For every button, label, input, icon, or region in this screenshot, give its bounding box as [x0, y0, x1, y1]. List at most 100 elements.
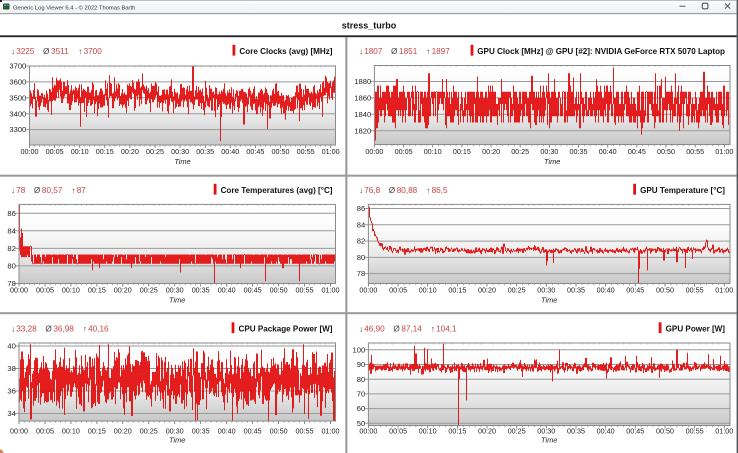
svg-text:33,28: 33,28	[16, 325, 37, 334]
svg-text:00:35: 00:35	[567, 426, 585, 435]
svg-text:80: 80	[7, 262, 15, 271]
svg-text:00:25: 00:25	[146, 147, 164, 156]
svg-text:00:20: 00:20	[482, 147, 500, 156]
svg-text:00:30: 00:30	[537, 426, 555, 435]
svg-text:00:45: 00:45	[244, 286, 262, 295]
svg-text:00:00: 00:00	[365, 147, 383, 156]
svg-text:01:00: 01:00	[322, 426, 340, 435]
svg-text:86: 86	[357, 204, 365, 213]
svg-text:00:45: 00:45	[626, 426, 644, 435]
svg-text:78: 78	[357, 269, 365, 278]
svg-text:3600: 3600	[9, 78, 26, 87]
svg-text:80: 80	[357, 375, 365, 384]
svg-text:GPU Temperature [°C]: GPU Temperature [°C]	[640, 186, 725, 195]
svg-text:00:40: 00:40	[597, 286, 615, 295]
svg-text:1820: 1820	[354, 126, 371, 135]
svg-text:84: 84	[7, 226, 15, 235]
svg-text:00:25: 00:25	[508, 426, 526, 435]
svg-text:Time: Time	[174, 157, 190, 166]
svg-text:00:55: 00:55	[297, 147, 315, 156]
svg-text:00:35: 00:35	[196, 147, 214, 156]
svg-text:Ø: Ø	[34, 186, 41, 195]
svg-text:00:10: 00:10	[71, 147, 89, 156]
svg-text:00:15: 00:15	[88, 426, 106, 435]
svg-text:01:00: 01:00	[322, 286, 340, 295]
svg-text:↓: ↓	[359, 186, 363, 195]
svg-text:stress_turbo: stress_turbo	[342, 20, 397, 30]
svg-text:1807: 1807	[364, 47, 383, 56]
svg-text:01:00: 01:00	[715, 426, 733, 435]
svg-text:00:20: 00:20	[478, 426, 496, 435]
svg-text:70: 70	[357, 390, 365, 399]
svg-text:00:30: 00:30	[171, 147, 189, 156]
svg-text:Core Temperatures (avg) [°C]: Core Temperatures (avg) [°C]	[221, 186, 333, 195]
svg-text:00:55: 00:55	[296, 286, 314, 295]
svg-text:↓: ↓	[11, 325, 15, 334]
svg-text:00:30: 00:30	[166, 286, 184, 295]
svg-text:Time: Time	[169, 436, 185, 445]
svg-text:00:40: 00:40	[599, 147, 617, 156]
svg-text:87: 87	[77, 186, 87, 195]
svg-text:↑: ↑	[426, 47, 430, 56]
svg-text:1860: 1860	[354, 94, 371, 103]
svg-text:00:35: 00:35	[192, 426, 210, 435]
svg-text:40,16: 40,16	[88, 325, 109, 334]
svg-text:3700: 3700	[84, 47, 103, 56]
svg-text:36: 36	[7, 387, 15, 396]
svg-text:00:10: 00:10	[419, 426, 437, 435]
svg-text:00:50: 00:50	[656, 286, 674, 295]
svg-text:00:55: 00:55	[686, 147, 704, 156]
svg-text:1880: 1880	[354, 77, 371, 86]
svg-text:↓: ↓	[11, 186, 15, 195]
svg-text:00:50: 00:50	[272, 147, 290, 156]
svg-text:100: 100	[353, 345, 366, 354]
svg-text:00:55: 00:55	[296, 426, 314, 435]
svg-text:3500: 3500	[9, 93, 26, 102]
svg-text:↑: ↑	[78, 47, 82, 56]
svg-text:00:20: 00:20	[114, 286, 132, 295]
svg-text:60: 60	[357, 404, 365, 413]
svg-text:00:00: 00:00	[21, 147, 39, 156]
svg-text:00:10: 00:10	[62, 286, 80, 295]
svg-text:00:35: 00:35	[192, 286, 210, 295]
svg-text:00:15: 00:15	[453, 147, 471, 156]
svg-text:Time: Time	[544, 157, 560, 166]
svg-text:00:00: 00:00	[10, 286, 28, 295]
svg-text:3400: 3400	[9, 109, 26, 118]
svg-text:00:55: 00:55	[686, 286, 704, 295]
svg-text:00:25: 00:25	[140, 286, 158, 295]
svg-text:82: 82	[7, 244, 15, 253]
svg-text:00:30: 00:30	[540, 147, 558, 156]
svg-text:Time: Time	[541, 295, 557, 304]
svg-text:Ø: Ø	[393, 325, 400, 334]
svg-text:00:45: 00:45	[246, 147, 264, 156]
svg-text:Time: Time	[169, 295, 185, 304]
svg-text:00:50: 00:50	[657, 147, 675, 156]
svg-text:00:15: 00:15	[96, 147, 114, 156]
svg-text:00:20: 00:20	[114, 426, 132, 435]
svg-text:00:25: 00:25	[508, 286, 526, 295]
svg-text:00:00: 00:00	[359, 426, 377, 435]
svg-text:78: 78	[16, 186, 26, 195]
svg-text:00:45: 00:45	[628, 147, 646, 156]
svg-text:00:50: 00:50	[270, 286, 288, 295]
svg-text:00:50: 00:50	[270, 426, 288, 435]
svg-text:00:40: 00:40	[218, 286, 236, 295]
svg-text:00:05: 00:05	[389, 286, 407, 295]
svg-text:84: 84	[357, 220, 365, 229]
svg-text:40: 40	[7, 342, 15, 351]
svg-text:00:10: 00:10	[419, 286, 437, 295]
svg-text:GPU Power [W]: GPU Power [W]	[666, 325, 726, 334]
svg-text:00:05: 00:05	[36, 426, 54, 435]
svg-text:Core Clocks (avg) [MHz]: Core Clocks (avg) [MHz]	[239, 47, 332, 56]
svg-text:104,1: 104,1	[436, 325, 457, 334]
svg-text:36,98: 36,98	[53, 325, 74, 334]
svg-text:86: 86	[7, 209, 15, 218]
svg-text:00:45: 00:45	[244, 426, 262, 435]
svg-text:1840: 1840	[354, 110, 371, 119]
svg-text:00:35: 00:35	[570, 147, 588, 156]
svg-text:90: 90	[357, 360, 365, 369]
svg-text:↓: ↓	[11, 47, 15, 56]
svg-text:1851: 1851	[399, 47, 418, 56]
svg-text:3700: 3700	[9, 62, 26, 71]
